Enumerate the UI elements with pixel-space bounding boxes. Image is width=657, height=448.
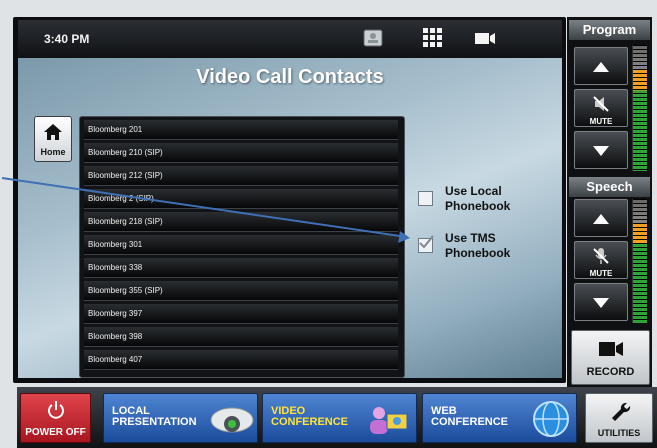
list-item[interactable]: Bloomberg 355 (SIP) [84,281,398,301]
record-label: RECORD [586,366,635,378]
video-camera-icon [598,342,623,356]
list-item[interactable]: Bloomberg 398 [84,327,398,347]
use-local-phonebook-option[interactable]: Use Local Phonebook [415,184,555,224]
page-title: Video Call Contacts [196,66,384,88]
speech-header: Speech [569,177,650,197]
wrench-icon [612,402,631,421]
program-header: Program [569,20,650,40]
local-presentation-button[interactable]: LOCAL PRESENTATION [103,393,258,443]
list-item[interactable]: Bloomberg 2 (SIP) [84,189,398,209]
source-bar: POWER OFF LOCAL PRESENTATION VIDEO CONFERE… [17,387,657,448]
list-item[interactable]: Bloomberg 218 (SIP) [84,212,398,232]
home-icon [44,124,62,140]
speaker-muted-icon [593,96,609,112]
main-content: Video Call Contacts Home Bloomberg 201 B… [18,58,562,378]
speech-volume-up-button[interactable] [574,199,628,237]
triangle-up-icon [593,62,609,72]
video-camera-icon[interactable] [473,27,497,49]
people-conference-icon [370,407,408,434]
list-item[interactable]: Bloomberg 212 (SIP) [84,166,398,186]
globe-icon [533,401,569,437]
list-item[interactable]: Bloomberg 338 [84,258,398,278]
speech-mute-button[interactable]: MUTE [574,241,628,279]
projector-icon [210,407,254,433]
utilities-button[interactable]: UTILITIES [585,393,653,443]
speech-level-meter [632,199,647,323]
speech-volume-down-button[interactable] [574,283,628,321]
power-off-button[interactable]: POWER OFF [20,393,91,443]
program-level-meter [632,45,647,171]
program-volume-up-button[interactable] [574,47,628,85]
contacts-card-icon[interactable] [361,27,385,49]
list-item[interactable]: Bloomberg 397 [84,304,398,324]
local-phonebook-checkbox[interactable] [418,191,433,206]
web-conference-label: WEB CONFERENCE [431,405,509,428]
video-conference-button[interactable]: VIDEO CONFERENCE [262,393,417,443]
video-conference-label: VIDEO CONFERENCE [271,405,349,428]
tms-phonebook-label: Use TMS Phonebook [445,231,511,260]
list-item[interactable]: Bloomberg 301 [84,235,398,255]
tms-phonebook-checkbox[interactable] [418,235,434,253]
triangle-down-icon [593,146,609,156]
microphone-muted-icon [593,248,609,264]
local-phonebook-label: Use Local Phonebook [445,184,511,213]
utilities-label: UTILITIES [597,428,641,438]
program-mute-label: MUTE [589,117,613,126]
clock: 3:40 PM [44,32,90,46]
triangle-down-icon [593,298,609,308]
list-item[interactable]: Bloomberg 201 [84,120,398,140]
triangle-up-icon [593,214,609,224]
local-presentation-label: LOCAL PRESENTATION [112,405,197,428]
list-item[interactable]: Bloomberg 210 (SIP) [84,143,398,163]
list-item[interactable]: Bloomberg 407 [84,350,398,370]
power-off-label: POWER OFF [25,427,86,438]
speech-mute-label: MUTE [589,269,613,278]
program-volume-down-button[interactable] [574,131,628,169]
audio-control-column: Program MUTE Speech MUTE RECORD [567,17,652,387]
use-tms-phonebook-option[interactable]: Use TMS Phonebook [415,231,555,271]
checkmark-icon [419,235,434,249]
home-button[interactable]: Home [34,116,72,162]
contact-list[interactable]: Bloomberg 201 Bloomberg 210 (SIP) Bloomb… [79,116,405,378]
record-button[interactable]: RECORD [571,330,650,385]
program-mute-button[interactable]: MUTE [574,89,628,127]
keypad-grid-icon[interactable] [421,27,445,49]
web-conference-button[interactable]: WEB CONFERENCE [422,393,577,443]
power-icon [47,401,64,419]
home-label: Home [40,147,66,157]
status-bar: 3:40 PM [18,20,562,58]
